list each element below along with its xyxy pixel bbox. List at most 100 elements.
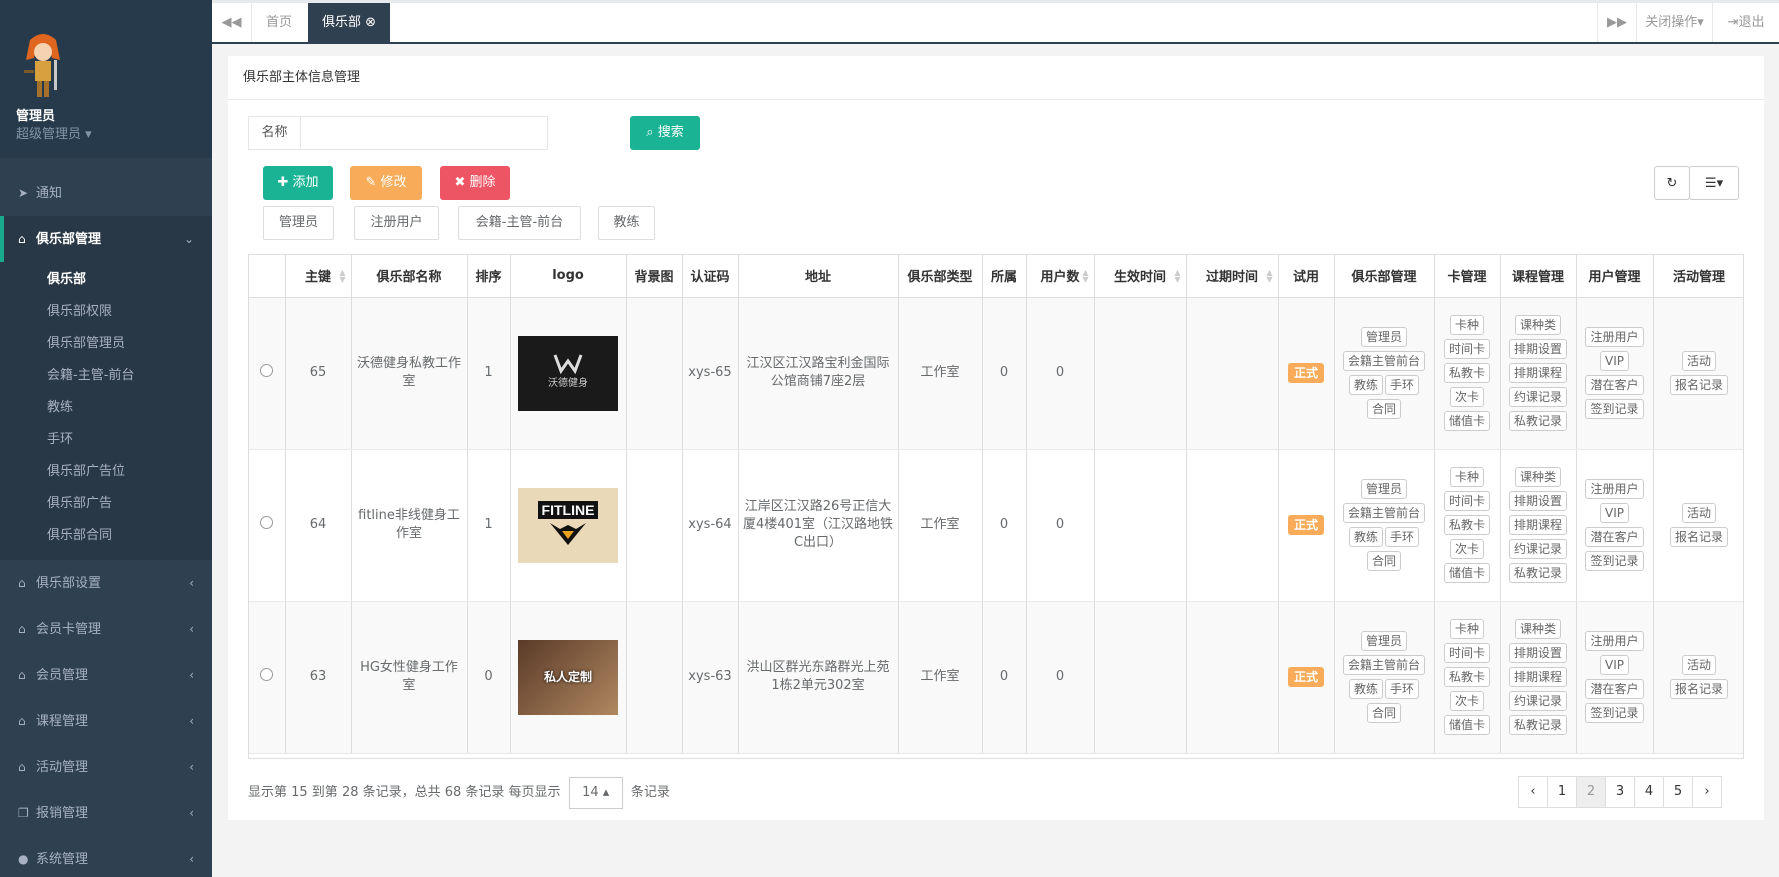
club-staff-button[interactable]: 会籍主管前台 [1342,503,1425,523]
add-button[interactable]: ✚ 添加 [263,166,333,200]
club-staff-button[interactable]: 会籍主管前台 [1342,655,1425,675]
club-contract-button[interactable]: 合同 [1366,399,1401,419]
nav-notify[interactable]: ➤ 通知 [0,170,212,216]
delete-button[interactable]: ✖ 删除 [440,166,510,200]
page-button[interactable]: 1 [1547,776,1577,808]
checkin-records-button[interactable]: 签到记录 [1585,551,1644,571]
close-icon[interactable]: ⊗ [365,15,376,30]
row-radio[interactable] [260,515,274,529]
submenu-item-membership-staff[interactable]: 会籍-主管-前台 [0,360,212,392]
submenu-item-ad-slot[interactable]: 俱乐部广告位 [0,456,212,488]
stored-value-card-button[interactable]: 储值卡 [1443,411,1490,431]
tabs-scroll-right-button[interactable]: ▶▶ [1597,3,1637,42]
club-admin-button[interactable]: 管理员 [1360,327,1407,347]
club-contract-button[interactable]: 合同 [1366,551,1401,571]
private-records-button[interactable]: 私教记录 [1508,715,1567,735]
count-card-button[interactable]: 次卡 [1449,691,1484,711]
course-type-button[interactable]: 课种类 [1514,315,1561,335]
vip-button[interactable]: VIP [1600,351,1629,371]
table-row[interactable]: 63 HG女性健身工作室 0 私人定制 xys-63 洪山区群光东路群光上苑1栋… [249,601,1743,754]
club-wristband-button[interactable]: 手环 [1385,679,1420,699]
submenu-item-club-permission[interactable]: 俱乐部权限 [0,296,212,328]
schedule-settings-button[interactable]: 排期设置 [1508,491,1567,511]
page-button[interactable]: 5 [1663,776,1693,808]
club-coach-button[interactable]: 教练 [1348,527,1383,547]
nav-card-management[interactable]: ⌂ 会员卡管理 ‹ [0,606,212,652]
nav-system-management[interactable]: ● 系统管理 ‹ [0,836,212,877]
submenu-item-wristband[interactable]: 手环 [0,424,212,456]
count-card-button[interactable]: 次卡 [1449,387,1484,407]
signup-records-button[interactable]: 报名记录 [1669,527,1728,547]
filter-admin-button[interactable]: 管理员 [263,206,334,240]
column-header[interactable]: 生效时间 ▲ ▼ [1094,255,1187,298]
submenu-item-contract[interactable]: 俱乐部合同 [0,520,212,552]
scheduled-courses-button[interactable]: 排期课程 [1508,667,1567,687]
club-contract-button[interactable]: 合同 [1366,703,1401,723]
submenu-item-coach[interactable]: 教练 [0,392,212,424]
page-next-button[interactable]: › [1692,776,1722,808]
activity-button[interactable]: 活动 [1681,351,1716,371]
club-coach-button[interactable]: 教练 [1348,375,1383,395]
course-type-button[interactable]: 课种类 [1514,467,1561,487]
table-row[interactable]: 65 沃德健身私教工作室 1 沃德健身 xys-65 江汉区江汉路宝利金国际公馆… [249,297,1743,450]
page-size-dropdown[interactable]: 14 ▴ [568,776,623,809]
stored-value-card-button[interactable]: 储值卡 [1443,715,1490,735]
submenu-item-club-admin[interactable]: 俱乐部管理员 [0,328,212,360]
vip-button[interactable]: VIP [1600,655,1629,675]
search-button[interactable]: ⌕ 搜索 [630,116,700,150]
row-radio[interactable] [260,667,274,681]
time-card-button[interactable]: 时间卡 [1443,643,1490,663]
potential-customers-button[interactable]: 潜在客户 [1585,527,1644,547]
private-records-button[interactable]: 私教记录 [1508,411,1567,431]
submenu-item-club[interactable]: 俱乐部 [0,264,212,296]
tab-home[interactable]: 首页 [252,3,306,42]
course-type-button[interactable]: 课种类 [1514,619,1561,639]
card-type-button[interactable]: 卡种 [1449,467,1484,487]
count-card-button[interactable]: 次卡 [1449,539,1484,559]
signup-records-button[interactable]: 报名记录 [1669,375,1728,395]
nav-activity-management[interactable]: ⌂ 活动管理 ‹ [0,744,212,790]
tabs-scroll-left-button[interactable]: ◀◀ [212,3,252,42]
booking-records-button[interactable]: 约课记录 [1508,691,1567,711]
row-radio[interactable] [260,363,274,377]
filter-coach-button[interactable]: 教练 [598,206,655,240]
submenu-item-ad[interactable]: 俱乐部广告 [0,488,212,520]
name-search-input[interactable] [301,117,547,149]
user-role-dropdown[interactable]: 超级管理员 ▾ [16,123,92,142]
private-card-button[interactable]: 私教卡 [1443,515,1490,535]
private-records-button[interactable]: 私教记录 [1508,563,1567,583]
potential-customers-button[interactable]: 潜在客户 [1585,375,1644,395]
time-card-button[interactable]: 时间卡 [1443,491,1490,511]
club-admin-button[interactable]: 管理员 [1360,479,1407,499]
checkin-records-button[interactable]: 签到记录 [1585,703,1644,723]
page-button[interactable]: 3 [1605,776,1635,808]
vip-button[interactable]: VIP [1600,503,1629,523]
page-button[interactable]: 4 [1634,776,1664,808]
time-card-button[interactable]: 时间卡 [1443,339,1490,359]
club-coach-button[interactable]: 教练 [1348,679,1383,699]
signup-records-button[interactable]: 报名记录 [1669,679,1728,699]
booking-records-button[interactable]: 约课记录 [1508,387,1567,407]
card-type-button[interactable]: 卡种 [1449,619,1484,639]
private-card-button[interactable]: 私教卡 [1443,363,1490,383]
nav-reimburse-management[interactable]: ❐ 报销管理 ‹ [0,790,212,836]
schedule-settings-button[interactable]: 排期设置 [1508,339,1567,359]
registered-users-button[interactable]: 注册用户 [1585,327,1644,347]
logout-button[interactable]: ⇥退出 [1713,3,1779,42]
scheduled-courses-button[interactable]: 排期课程 [1508,363,1567,383]
stored-value-card-button[interactable]: 储值卡 [1443,563,1490,583]
nav-club-settings[interactable]: ⌂ 俱乐部设置 ‹ [0,560,212,606]
nav-member-management[interactable]: ⌂ 会员管理 ‹ [0,652,212,698]
club-admin-button[interactable]: 管理员 [1360,631,1407,651]
club-staff-button[interactable]: 会籍主管前台 [1342,351,1425,371]
page-button-current[interactable]: 2 [1576,776,1606,808]
registered-users-button[interactable]: 注册用户 [1585,479,1644,499]
activity-button[interactable]: 活动 [1681,503,1716,523]
filter-membership-staff-button[interactable]: 会籍-主管-前台 [458,206,581,240]
private-card-button[interactable]: 私教卡 [1443,667,1490,687]
activity-button[interactable]: 活动 [1681,655,1716,675]
column-header[interactable]: 用户数 ▲ ▼ [1026,255,1095,298]
scheduled-courses-button[interactable]: 排期课程 [1508,515,1567,535]
registered-users-button[interactable]: 注册用户 [1585,631,1644,651]
edit-button[interactable]: ✎ 修改 [350,166,422,200]
